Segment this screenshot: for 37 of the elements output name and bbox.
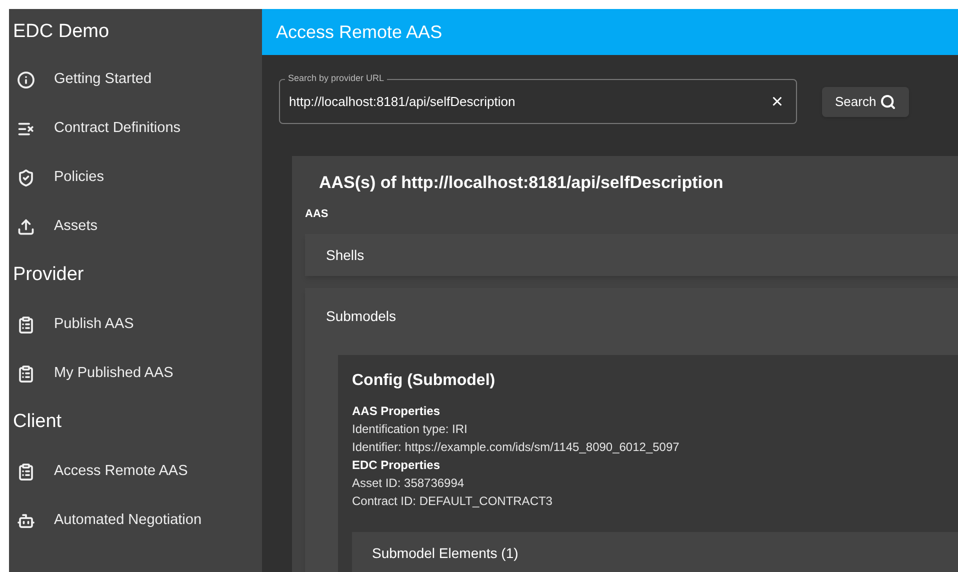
nav-item[interactable]: Getting Started — [9, 55, 262, 104]
clipboard-icon — [17, 462, 35, 480]
property-line: Asset ID: 358736994 — [352, 475, 466, 492]
clear-button[interactable]: × — [767, 92, 787, 112]
search-icon — [880, 94, 896, 110]
page-title: Access Remote AAS — [276, 20, 442, 44]
nav-item[interactable]: Policies — [9, 153, 262, 202]
nav-item[interactable]: Access Remote AAS — [9, 447, 262, 496]
nav-item[interactable]: My Published AAS — [9, 349, 262, 398]
nav-item[interactable]: Assets — [9, 202, 262, 251]
section-label: AAS — [305, 206, 330, 222]
panel-title: Submodels — [326, 306, 396, 326]
robot-icon — [17, 512, 35, 530]
group-heading: EDC Properties — [352, 457, 442, 474]
clipboard-icon — [17, 364, 35, 382]
nav-item[interactable]: Contract Definitions — [9, 104, 262, 153]
property-line: Contract ID: DEFAULT_CONTRACT3 — [352, 493, 554, 510]
property-line: Identification type: IRI — [352, 421, 468, 438]
submodel-title: Config (Submodel) — [352, 371, 496, 391]
upload-icon — [17, 218, 35, 236]
section-heading: Provider — [12, 263, 85, 288]
property-line: Identifier: https://example.com/ids/sm/1145_8090_6012_5097 — [352, 439, 680, 456]
submodel-elements-panel[interactable]: Submodel Elements (1) — [352, 532, 958, 572]
panel-title: Shells — [326, 246, 364, 264]
field-label: Search by provider URL — [285, 74, 388, 83]
nav-item[interactable]: Publish AAS — [9, 300, 262, 349]
url-input[interactable]: http://localhost:8181/api/selfDescription — [289, 92, 768, 112]
app-title: EDC Demo — [12, 20, 110, 44]
group-heading: AAS Properties — [352, 403, 442, 420]
section-heading: Client — [12, 410, 63, 434]
result-title: AAS(s) of http://localhost:8181/api/selfDescription — [318, 172, 724, 194]
expansion-panel[interactable]: Shells — [305, 234, 958, 276]
nav-item[interactable]: Automated Negotiation — [9, 496, 262, 545]
clipboard-icon — [17, 316, 35, 334]
shield-icon — [17, 168, 35, 186]
info-icon — [17, 70, 35, 88]
search-button[interactable]: Search — [822, 86, 910, 116]
